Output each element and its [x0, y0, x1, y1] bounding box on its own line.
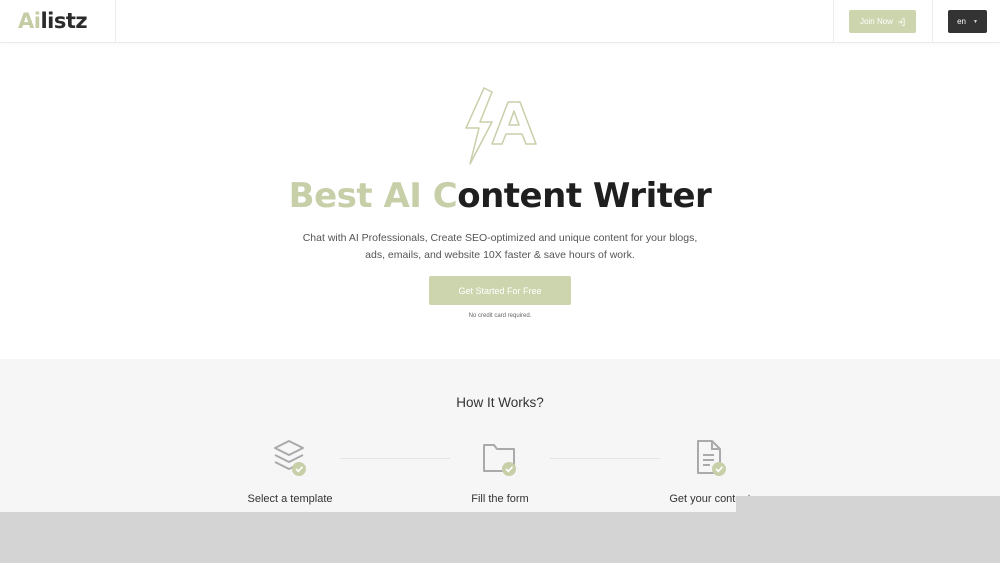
language-selector[interactable]: en ▼	[948, 10, 987, 33]
hero-title: Best AI Content Writer	[0, 176, 1000, 216]
language-value: en	[957, 17, 966, 26]
hero-title-accent: Best AI C	[288, 176, 458, 216]
hero-subtitle: Chat with AI Professionals, Create SEO-o…	[302, 232, 698, 261]
logo-text-accent: Ai	[18, 9, 41, 33]
sign-in-icon	[897, 17, 905, 26]
step-fill-form: Fill the form	[420, 439, 580, 505]
document-check-icon	[697, 440, 726, 476]
logo-text: listz	[40, 9, 88, 33]
header-divider	[115, 0, 116, 43]
overlay-panel	[736, 496, 1000, 512]
join-now-label: Join Now	[860, 17, 893, 26]
step-label: Select a template	[247, 493, 333, 505]
get-started-button[interactable]: Get Started For Free	[429, 276, 571, 305]
site-logo[interactable]: Ailistz	[18, 9, 88, 33]
overlay-bar	[0, 512, 1000, 563]
lightning-ai-logo-icon	[465, 87, 537, 165]
header-divider	[833, 0, 834, 43]
section-title: How It Works?	[456, 395, 544, 410]
step-label: Fill the form	[471, 493, 529, 505]
header-divider	[932, 0, 933, 43]
hero-title-main: ontent Writer	[457, 176, 712, 216]
join-now-button[interactable]: Join Now	[849, 10, 916, 33]
site-header: Ailistz Join Now en ▼	[0, 0, 1000, 43]
layers-check-icon	[274, 440, 306, 476]
step-select-template: Select a template	[210, 439, 370, 505]
caret-down-icon: ▼	[972, 18, 978, 25]
folder-check-icon	[483, 444, 516, 476]
cta-note: No credit card required.	[468, 313, 532, 319]
